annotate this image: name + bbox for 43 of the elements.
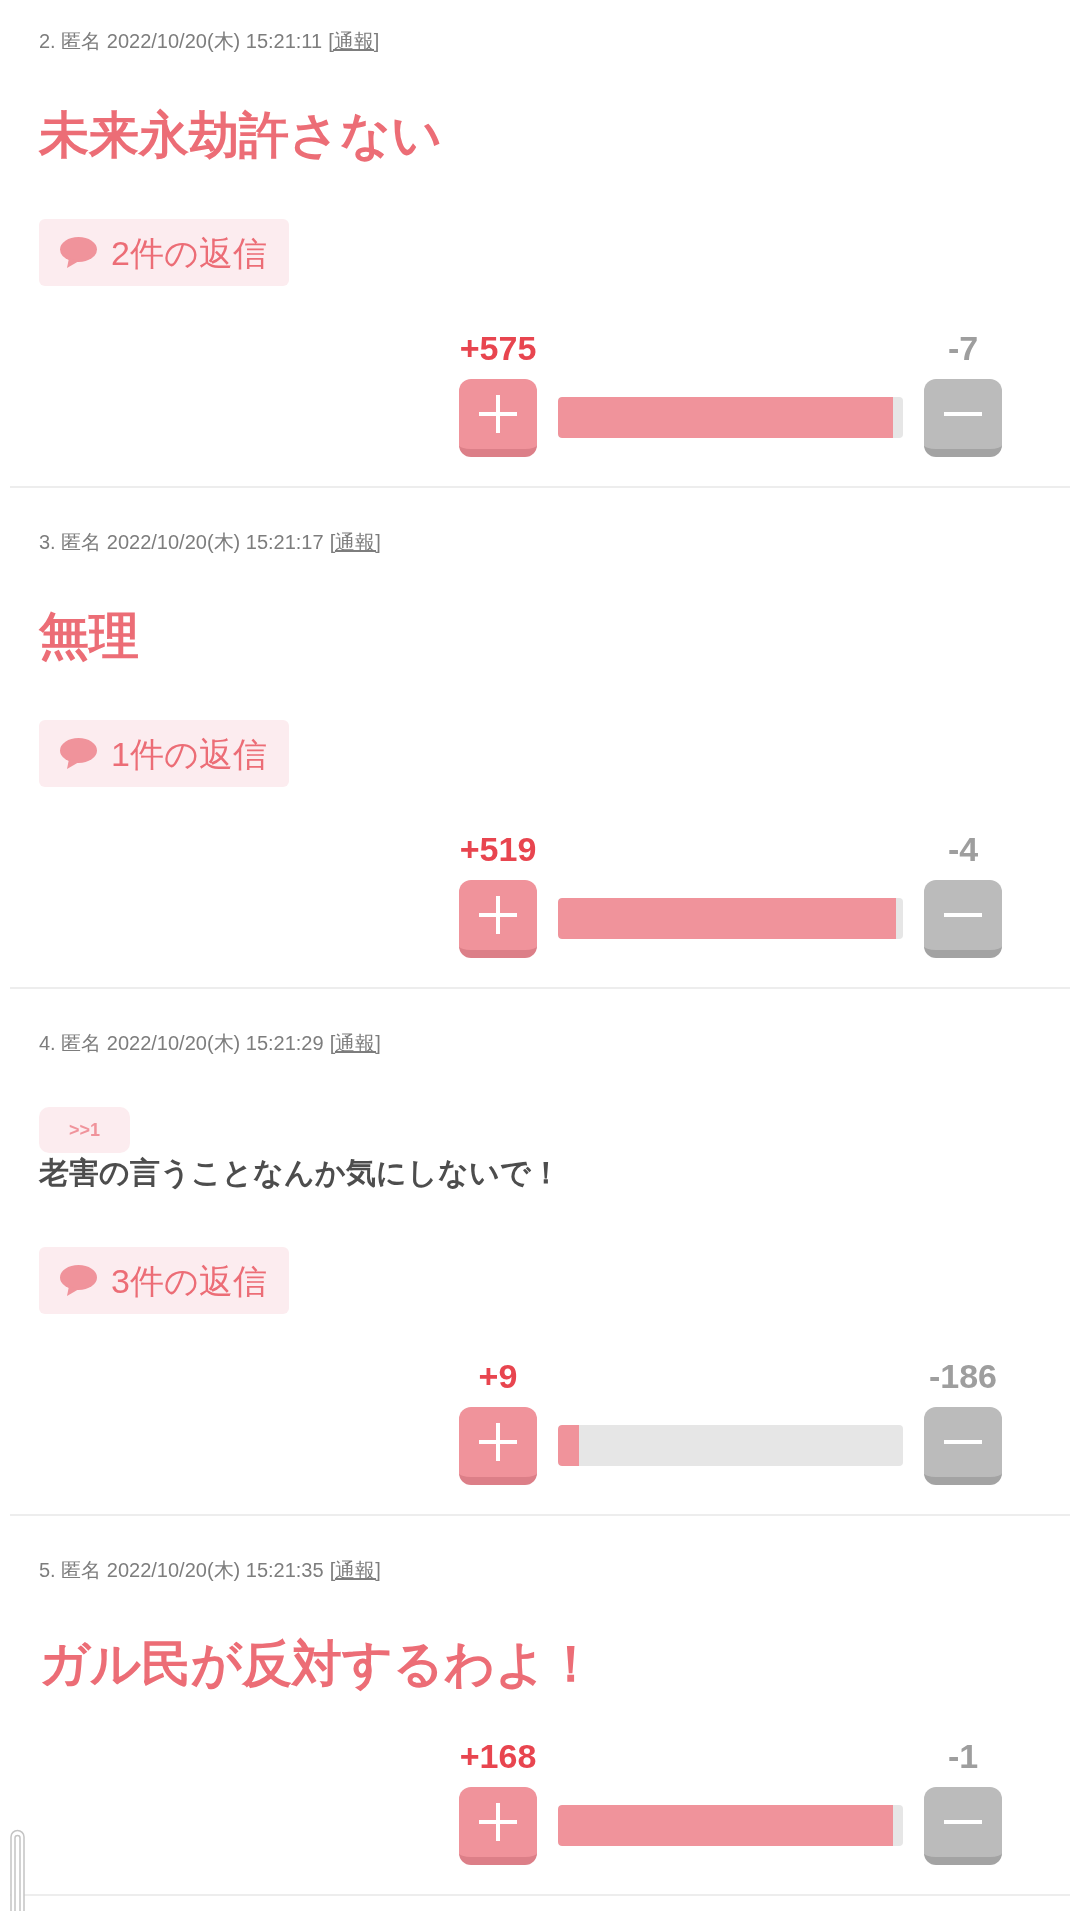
speech-bubble-icon <box>60 237 97 268</box>
report-link[interactable]: [通報] <box>329 1556 381 1584</box>
downvote-button[interactable] <box>924 1407 1002 1485</box>
comment-headline: 未来永劫許さない <box>39 106 442 165</box>
report-link[interactable]: [通報] <box>329 1029 381 1057</box>
plus-icon <box>479 1803 517 1841</box>
speech-bubble-icon <box>60 1265 97 1296</box>
replies-button[interactable]: 3件の返信 <box>39 1247 289 1314</box>
replies-button[interactable]: 2件の返信 <box>39 219 289 286</box>
plus-count: +9 <box>478 1358 518 1394</box>
post-meta: 5. 匿名 2022/10/20(木) 15:21:35 <box>39 1558 324 1583</box>
replies-button[interactable]: 1件の返信 <box>39 720 289 787</box>
plus-icon <box>479 896 517 934</box>
minus-count: -4 <box>947 831 979 867</box>
plus-icon <box>479 395 517 433</box>
minus-icon <box>944 913 982 917</box>
scroll-handle[interactable] <box>10 1829 25 1911</box>
downvote-button[interactable] <box>924 379 1002 457</box>
downvote-button[interactable] <box>924 880 1002 958</box>
upvote-button[interactable] <box>459 379 537 457</box>
plus-count: +168 <box>459 1738 537 1774</box>
upvote-button[interactable] <box>459 880 537 958</box>
minus-icon <box>944 1820 982 1824</box>
minus-count: -1 <box>947 1738 979 1774</box>
report-link[interactable]: [通報] <box>329 528 381 556</box>
downvote-button[interactable] <box>924 1787 1002 1865</box>
speech-bubble-icon <box>60 738 97 769</box>
upvote-button[interactable] <box>459 1787 537 1865</box>
plus-count: +575 <box>459 330 537 366</box>
minus-count: -7 <box>947 330 979 366</box>
plus-count: +519 <box>459 831 537 867</box>
report-link[interactable]: [通報] <box>328 27 380 55</box>
comment-headline: ガル民が反対するわよ！ <box>39 1635 596 1694</box>
comment-text: 老害の言うことなんか気にしないで！ <box>39 1155 561 1191</box>
minus-count: -186 <box>928 1358 998 1394</box>
plus-icon <box>479 1423 517 1461</box>
post-meta: 2. 匿名 2022/10/20(木) 15:21:11 <box>39 29 323 54</box>
post-meta: 4. 匿名 2022/10/20(木) 15:21:29 <box>39 1031 324 1056</box>
comment-headline: 無理 <box>39 607 139 666</box>
minus-icon <box>944 412 982 416</box>
minus-icon <box>944 1440 982 1444</box>
upvote-button[interactable] <box>459 1407 537 1485</box>
post-meta: 3. 匿名 2022/10/20(木) 15:21:17 <box>39 530 324 555</box>
